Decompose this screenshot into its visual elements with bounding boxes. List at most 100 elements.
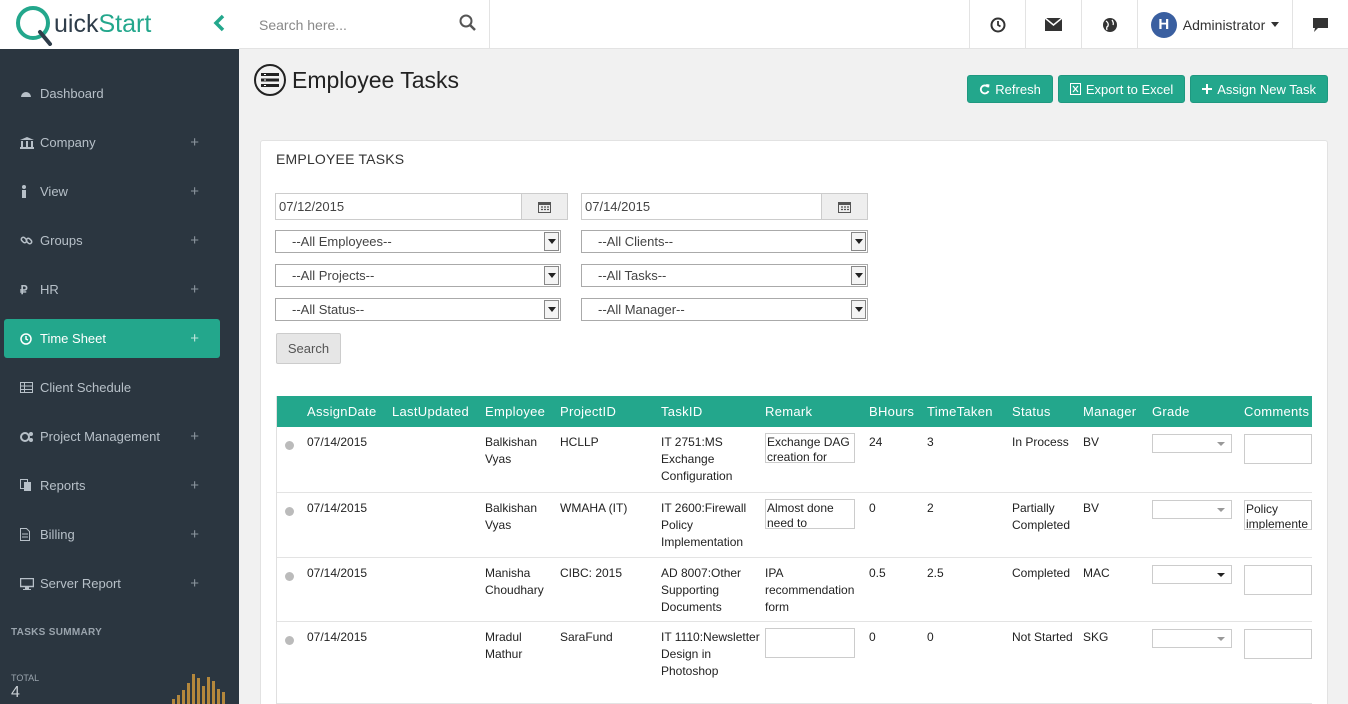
calendar-icon[interactable] — [821, 194, 867, 219]
sidebar-item-reports[interactable]: Reports + — [0, 461, 239, 510]
spark-bar — [212, 681, 215, 704]
spark-bar — [217, 689, 220, 704]
grade-select[interactable] — [1152, 564, 1232, 584]
sidebar-item-client-schedule[interactable]: Client Schedule — [0, 363, 239, 412]
to-date-input[interactable]: 07/14/2015 — [582, 194, 821, 219]
col-header-time-taken[interactable]: TimeTaken — [925, 396, 1010, 427]
expand-plus-icon[interactable]: + — [190, 281, 199, 298]
sidebar-item-hr[interactable]: ₽ HR + — [0, 265, 239, 314]
export-excel-button[interactable]: Export to Excel — [1057, 75, 1186, 103]
table-row[interactable]: 07/14/2015 Balkishan Vyas WMAHA (IT) IT … — [277, 492, 1312, 558]
col-header — [277, 396, 305, 427]
comment-textarea[interactable] — [1244, 564, 1312, 595]
search-button[interactable]: Search — [276, 333, 341, 364]
sidebar-item-server-report[interactable]: Server Report + — [0, 559, 239, 608]
sidebar-item-project-management[interactable]: Project Management + — [0, 412, 239, 461]
search-box — [239, 0, 490, 49]
user-menu[interactable]: H Administrator — [1137, 0, 1292, 49]
col-header-bhours[interactable]: BHours — [867, 396, 925, 427]
manager-select[interactable]: --All Manager-- — [581, 298, 868, 321]
expand-plus-icon[interactable]: + — [190, 232, 199, 249]
spark-bar — [222, 692, 225, 704]
remark-textarea[interactable] — [765, 627, 855, 658]
time-taken-cell: 2 — [925, 492, 1010, 558]
col-header-manager[interactable]: Manager — [1081, 396, 1150, 427]
caret-down-icon — [1271, 22, 1280, 27]
expand-plus-icon[interactable]: + — [190, 428, 199, 445]
to-date-field[interactable]: 07/14/2015 — [581, 193, 868, 220]
comment-textarea[interactable] — [1244, 628, 1312, 659]
expand-plus-icon[interactable]: + — [190, 134, 199, 151]
language-button[interactable] — [1081, 0, 1137, 49]
dropdown-arrow-icon — [851, 266, 866, 285]
comment-textarea[interactable]: Policy implemente — [1244, 499, 1312, 530]
spark-bar — [192, 674, 195, 704]
comment-textarea[interactable] — [1244, 434, 1312, 464]
sidebar-item-view[interactable]: View + — [0, 167, 239, 216]
table-row[interactable]: 07/14/2015 Balkishan Vyas HCLLP IT 2751:… — [277, 427, 1312, 493]
sidebar: uick Start Dashboard Company + View + Gro… — [0, 0, 239, 704]
status-dot-icon — [285, 635, 294, 645]
col-header-grade[interactable]: Grade — [1150, 396, 1242, 427]
status-select[interactable]: --All Status-- — [275, 298, 561, 321]
sidebar-item-label: Dashboard — [40, 86, 104, 101]
chat-button[interactable] — [1292, 0, 1348, 49]
messages-button[interactable] — [1025, 0, 1081, 49]
assign-date-cell: 07/14/2015 — [305, 427, 390, 493]
search-input[interactable] — [259, 16, 449, 33]
col-header-employee[interactable]: Employee — [483, 396, 558, 427]
expand-plus-icon[interactable]: + — [190, 575, 199, 592]
refresh-button[interactable]: Refresh — [967, 75, 1053, 103]
calendar-icon[interactable] — [521, 194, 567, 219]
app-logo[interactable]: uick Start — [14, 4, 151, 46]
col-header-project-id[interactable]: ProjectID — [558, 396, 659, 427]
page-actions: Refresh Export to Excel Assign New Task — [967, 75, 1328, 103]
from-date-input[interactable]: 07/12/2015 — [276, 194, 521, 219]
employee-select[interactable]: --All Employees-- — [275, 230, 561, 253]
task-select[interactable]: --All Tasks-- — [581, 264, 868, 287]
client-select[interactable]: --All Clients-- — [581, 230, 868, 253]
history-button[interactable] — [969, 0, 1025, 49]
list-circle-icon — [254, 64, 286, 96]
tasks-sparkline — [172, 672, 225, 704]
table-row[interactable]: 07/14/2015 Manisha Choudhary CIBC: 2015 … — [277, 557, 1312, 622]
grade-select[interactable] — [1152, 434, 1232, 453]
collapse-sidebar-icon[interactable] — [213, 12, 225, 38]
spark-bar — [177, 695, 180, 704]
spark-bar — [182, 690, 185, 704]
dropdown-arrow-icon — [544, 300, 559, 319]
remark-textarea[interactable]: Exchange DAG creation for — [765, 433, 855, 463]
task-select-value: --All Tasks-- — [598, 268, 667, 283]
col-header-remark[interactable]: Remark — [763, 396, 867, 427]
total-value: 4 — [11, 684, 20, 701]
task-cell: IT 2751:MS Exchange Configuration — [659, 427, 763, 493]
grade-select[interactable] — [1152, 628, 1232, 648]
dropdown-arrow-icon — [544, 232, 559, 251]
time-taken-cell: 3 — [925, 427, 1010, 493]
spark-bar — [187, 683, 190, 704]
sidebar-item-dashboard[interactable]: Dashboard — [0, 69, 239, 118]
sidebar-item-groups[interactable]: Groups + — [0, 216, 239, 265]
col-header-comments[interactable]: Comments — [1242, 396, 1312, 427]
last-updated-cell — [390, 427, 483, 493]
col-header-task-id[interactable]: TaskID — [659, 396, 763, 427]
assign-new-task-button[interactable]: Assign New Task — [1190, 75, 1328, 103]
project-select[interactable]: --All Projects-- — [275, 264, 561, 287]
sidebar-item-time-sheet[interactable]: Time Sheet + — [4, 319, 220, 358]
col-header-assign-date[interactable]: AssignDate — [305, 396, 390, 427]
sidebar-item-billing[interactable]: Billing + — [0, 510, 239, 559]
expand-plus-icon[interactable]: + — [190, 526, 199, 543]
manager-cell: SKG — [1081, 621, 1150, 704]
assign-label: Assign New Task — [1217, 81, 1316, 97]
expand-plus-icon[interactable]: + — [190, 330, 199, 347]
search-icon[interactable] — [459, 14, 477, 35]
col-header-status[interactable]: Status — [1010, 396, 1081, 427]
col-header-last-updated[interactable]: LastUpdated — [390, 396, 483, 427]
table-row[interactable]: 07/14/2015 Mradul Mathur SaraFund IT 111… — [277, 621, 1312, 704]
expand-plus-icon[interactable]: + — [190, 183, 199, 200]
remark-textarea[interactable]: Almost done need to — [765, 498, 855, 529]
expand-plus-icon[interactable]: + — [190, 477, 199, 494]
sidebar-item-company[interactable]: Company + — [0, 118, 239, 167]
grade-select[interactable] — [1152, 499, 1232, 519]
from-date-field[interactable]: 07/12/2015 — [275, 193, 568, 220]
